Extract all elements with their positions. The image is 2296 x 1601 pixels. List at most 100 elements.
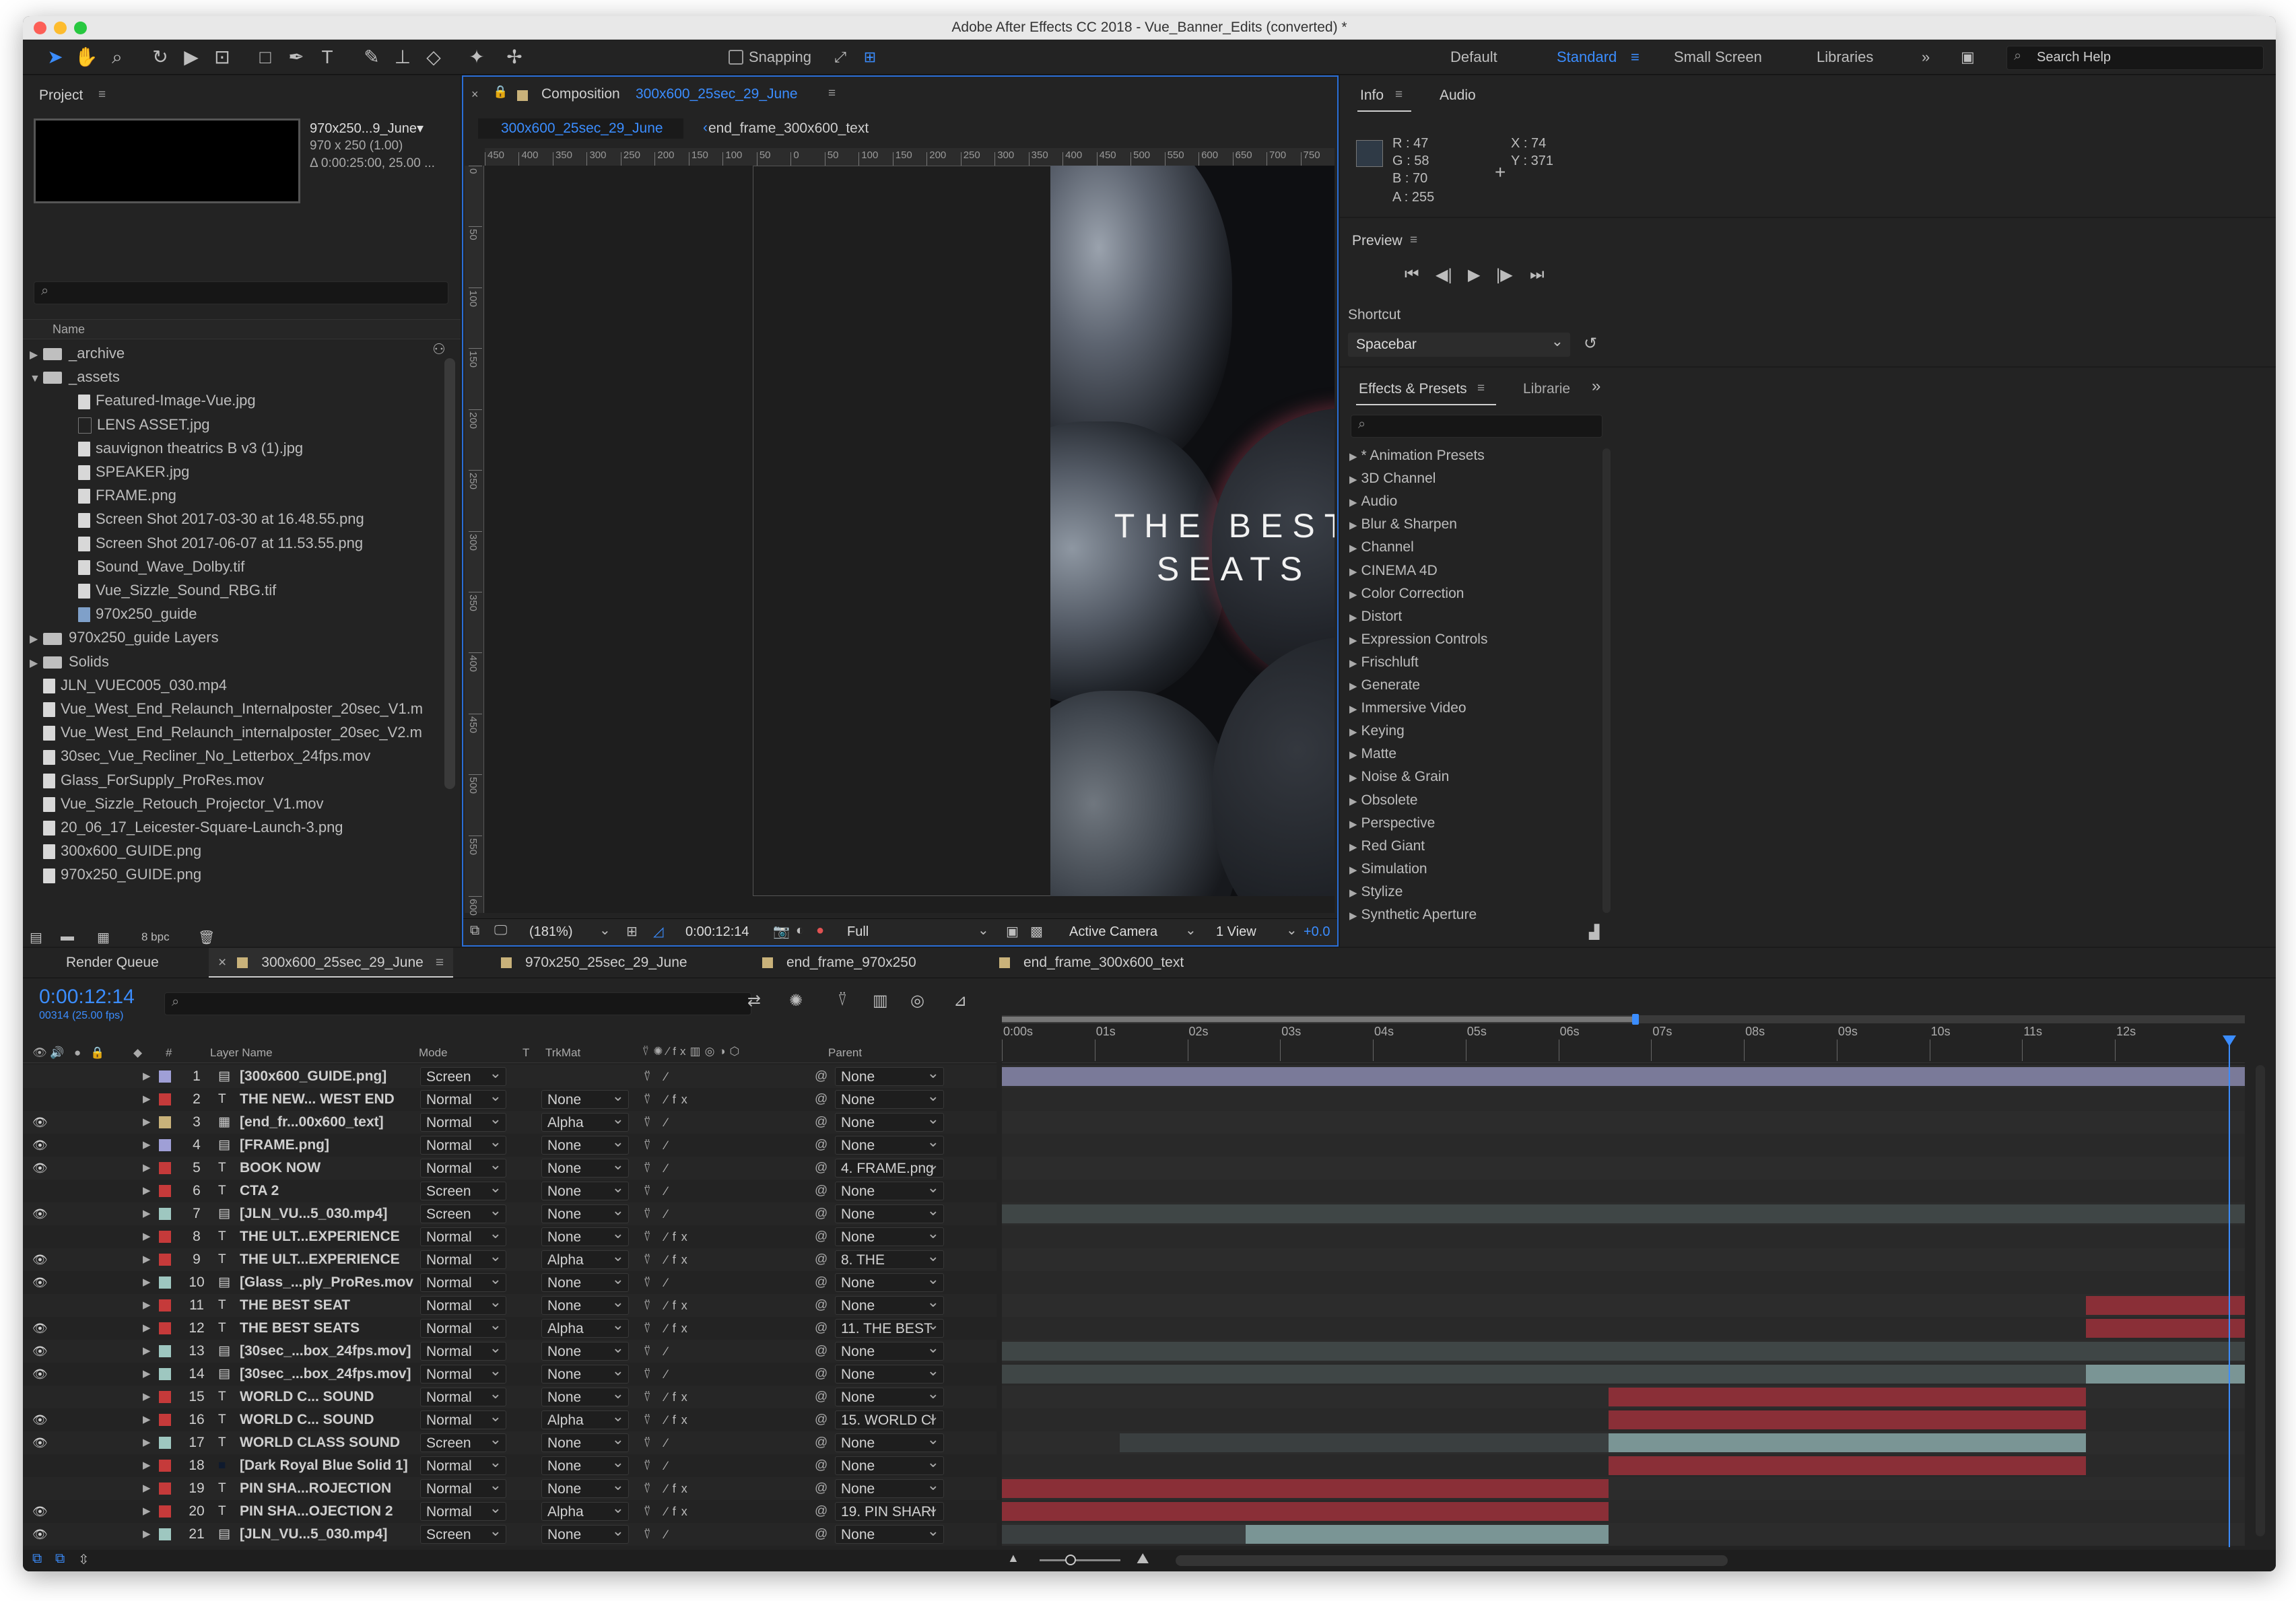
parent-pickwhip-icon[interactable]: @ [815,1340,831,1363]
roto-brush-tool-icon[interactable]: ✦ [465,45,489,69]
hand-tool-icon[interactable]: ✋ [74,45,98,69]
workspace-small-screen[interactable]: Small Screen [1674,40,1762,74]
audio-tab[interactable]: Audio [1440,88,1476,104]
visibility-eye-icon[interactable]: 👁 [32,1111,47,1134]
libraries-tab[interactable]: Librarie [1523,381,1570,397]
timeline-tab[interactable]: end_frame_970x250 [753,948,926,978]
visibility-eye-icon[interactable]: 👁 [32,1157,47,1180]
close-tab-icon[interactable]: × [218,955,226,970]
effects-category[interactable]: ▶ Matte [1349,743,1396,765]
expand-triangle-icon[interactable]: ▶ [1349,543,1357,554]
channel-rgb-icon[interactable]: ● [816,923,824,939]
effects-category[interactable]: ▶ Blur & Sharpen [1349,513,1457,536]
expand-triangle-icon[interactable]: ▶ [1349,704,1357,715]
zoom-out-icon[interactable]: ▲ [1007,1551,1019,1565]
layer-switches[interactable]: ⍢ ∕fx [644,1317,751,1340]
expand-triangle-icon[interactable]: ▶ [143,1180,154,1202]
layer-duration-bar[interactable] [1245,1525,1609,1544]
expand-triangle-icon[interactable]: ▶ [1349,658,1357,669]
track-matte-dropdown[interactable]: None [541,1384,629,1406]
play-icon[interactable]: ▶ [1468,265,1480,285]
project-item[interactable]: Screen Shot 2017-06-07 at 11.53.55.png [23,531,363,556]
trash-icon[interactable]: 🗑 [198,929,215,946]
expand-triangle-icon[interactable]: ▶ [143,1454,154,1477]
parent-dropdown[interactable]: None [835,1430,944,1452]
maximize-window-button[interactable] [74,22,87,34]
expand-triangle-icon[interactable]: ▶ [1349,497,1357,508]
layer-label-color[interactable] [159,1322,171,1334]
layer-duration-bar[interactable] [1608,1433,2086,1452]
blend-mode-dropdown[interactable]: Normal [420,1224,506,1246]
search-help-field[interactable]: ⌕ Search Help [2006,46,2264,70]
project-scrollbar[interactable] [444,358,455,789]
visibility-off-box[interactable] [32,1088,47,1111]
zoom-in-icon[interactable]: ⛰ [1137,1550,1149,1567]
horizontal-ruler[interactable]: 450 400 350 300 250 200 150 100 50 0 50 100 150 200 25… [485,148,1335,166]
solo-switch-icon[interactable]: ● [74,1046,81,1060]
layer-label-color[interactable] [159,1139,171,1151]
layer-row[interactable]: ▶ 1 ▤ [300x600_GUIDE.png] Screen ⍢ ∕ @None [23,1064,997,1088]
parent-dropdown[interactable]: None [835,1224,944,1246]
expand-triangle-icon[interactable]: ▶ [143,1408,154,1431]
layer-label-color[interactable] [159,1437,171,1449]
parent-dropdown[interactable]: 8. THE ULTIM… [835,1247,944,1287]
interpret-footage-icon[interactable]: ▤ [30,929,42,946]
project-item[interactable]: ▶ 970x250_guide Layers [23,625,219,650]
tab-menu-icon[interactable]: ≡ [436,955,444,970]
blend-mode-dropdown[interactable]: Screen [420,1430,506,1452]
layer-label-color[interactable] [159,1368,171,1380]
visibility-eye-icon[interactable]: 👁 [32,1523,47,1546]
graph-editor-icon[interactable]: ⊿ [953,991,967,1011]
parent-dropdown[interactable]: None [835,1522,944,1544]
layer-label-color[interactable] [159,1070,171,1083]
project-item[interactable]: 20_06_17_Leicester-Square-Launch-3.png [23,815,343,840]
project-search-field[interactable]: ⌕ [34,281,448,304]
blend-mode-dropdown[interactable]: Normal [420,1476,506,1498]
track-matte-dropdown[interactable]: Alpha [541,1247,629,1269]
visibility-off-box[interactable] [32,1386,47,1408]
expand-triangle-icon[interactable]: ▶ [1349,910,1357,922]
blend-mode-dropdown[interactable]: Normal [420,1499,506,1521]
lock-switch-icon[interactable]: 🔒 [90,1046,104,1060]
workspace-standard[interactable]: Standard [1557,40,1617,74]
clone-stamp-tool-icon[interactable]: ⊥ [391,45,415,69]
expand-triangle-icon[interactable]: ▶ [143,1500,154,1523]
close-window-button[interactable] [34,22,46,34]
timeline-h-scrollbar[interactable] [1176,1555,1728,1566]
column-layer-name[interactable]: Layer Name [210,1046,273,1060]
parent-pickwhip-icon[interactable]: @ [815,1523,831,1546]
monitor-icon[interactable]: 🖵 [494,923,507,939]
parent-pickwhip-icon[interactable]: @ [815,1111,831,1134]
lock-icon[interactable]: 🔒 [493,85,508,99]
visibility-off-box[interactable] [32,1454,47,1477]
frame-blending-icon[interactable]: ▥ [873,991,888,1011]
layer-duration-bar[interactable] [2085,1319,2245,1338]
composition-mini-flowchart-icon[interactable]: ⇄ [747,991,761,1011]
expand-triangle-icon[interactable]: ▶ [143,1088,154,1111]
project-item[interactable]: ▶ _archive [23,341,125,366]
visibility-eye-icon[interactable]: 👁 [32,1431,47,1454]
expand-triangle-icon[interactable]: ▶ [1349,474,1357,485]
parent-dropdown[interactable]: 11. THE BEST [835,1316,944,1338]
effects-category[interactable]: ▶ Expression Controls [1349,628,1487,651]
layer-duration-bar[interactable] [2085,1296,2245,1315]
effects-category[interactable]: ▶ Keying [1349,720,1405,743]
parent-dropdown[interactable]: None [835,1201,944,1223]
parent-pickwhip-icon[interactable]: @ [815,1454,831,1477]
parent-pickwhip-icon[interactable]: @ [815,1500,831,1523]
track-matte-dropdown[interactable]: Alpha [541,1499,629,1521]
layer-switches[interactable]: ⍢ ∕ [644,1363,751,1386]
expand-triangle-icon[interactable]: ▶ [143,1523,154,1546]
column-name[interactable]: Name [53,322,85,337]
effects-category[interactable]: ▶ Red Giant [1349,835,1425,858]
parent-pickwhip-icon[interactable]: @ [815,1408,831,1431]
toggle-switches-icon[interactable]: ⧉ [32,1551,42,1567]
layer-label-color[interactable] [159,1299,171,1312]
show-snapshot-icon[interactable]: ◐ [796,923,804,939]
effects-category[interactable]: ▶ Color Correction [1349,582,1464,605]
expand-triangle-icon[interactable]: ▶ [143,1363,154,1386]
column-mode[interactable]: Mode [419,1046,448,1060]
expand-triangle-icon[interactable]: ▶ [1349,819,1357,830]
expand-triangle-icon[interactable]: ▶ [1349,451,1357,463]
visibility-off-box[interactable] [32,1294,47,1317]
